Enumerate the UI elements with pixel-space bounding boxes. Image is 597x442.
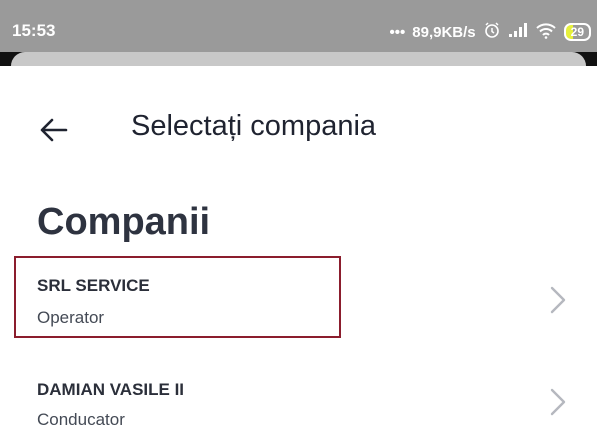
status-bar: 15:53 ••• 89,9KB/s 29 xyxy=(0,0,597,52)
wifi-icon xyxy=(535,21,557,43)
company-role: Operator xyxy=(37,308,105,327)
signal-icon xyxy=(508,22,528,42)
company-item-srl-service[interactable]: SRL SERVICE Operator xyxy=(14,256,589,338)
section-title: Companii xyxy=(37,201,211,243)
battery-icon: 29 xyxy=(563,23,591,41)
alarm-icon xyxy=(483,21,501,43)
back-button[interactable] xyxy=(36,112,72,148)
status-time: 15:53 xyxy=(12,21,56,40)
chevron-right-icon xyxy=(550,388,566,416)
network-speed: 89,9KB/s xyxy=(412,23,476,41)
company-name: SRL SERVICE xyxy=(37,276,150,295)
chevron-right-icon xyxy=(550,286,566,314)
page-title: Selectați compania xyxy=(131,110,377,142)
company-item-damian-vasile[interactable]: DAMIAN VASILE II Conducator xyxy=(14,360,589,442)
company-name: DAMIAN VASILE II xyxy=(37,380,185,399)
sheet-top-edge xyxy=(11,52,586,66)
status-icons: ••• 89,9KB/s 29 xyxy=(389,21,591,43)
arrow-left-icon xyxy=(40,118,68,142)
company-role: Conducator xyxy=(37,410,125,429)
dots-icon: ••• xyxy=(389,23,406,41)
